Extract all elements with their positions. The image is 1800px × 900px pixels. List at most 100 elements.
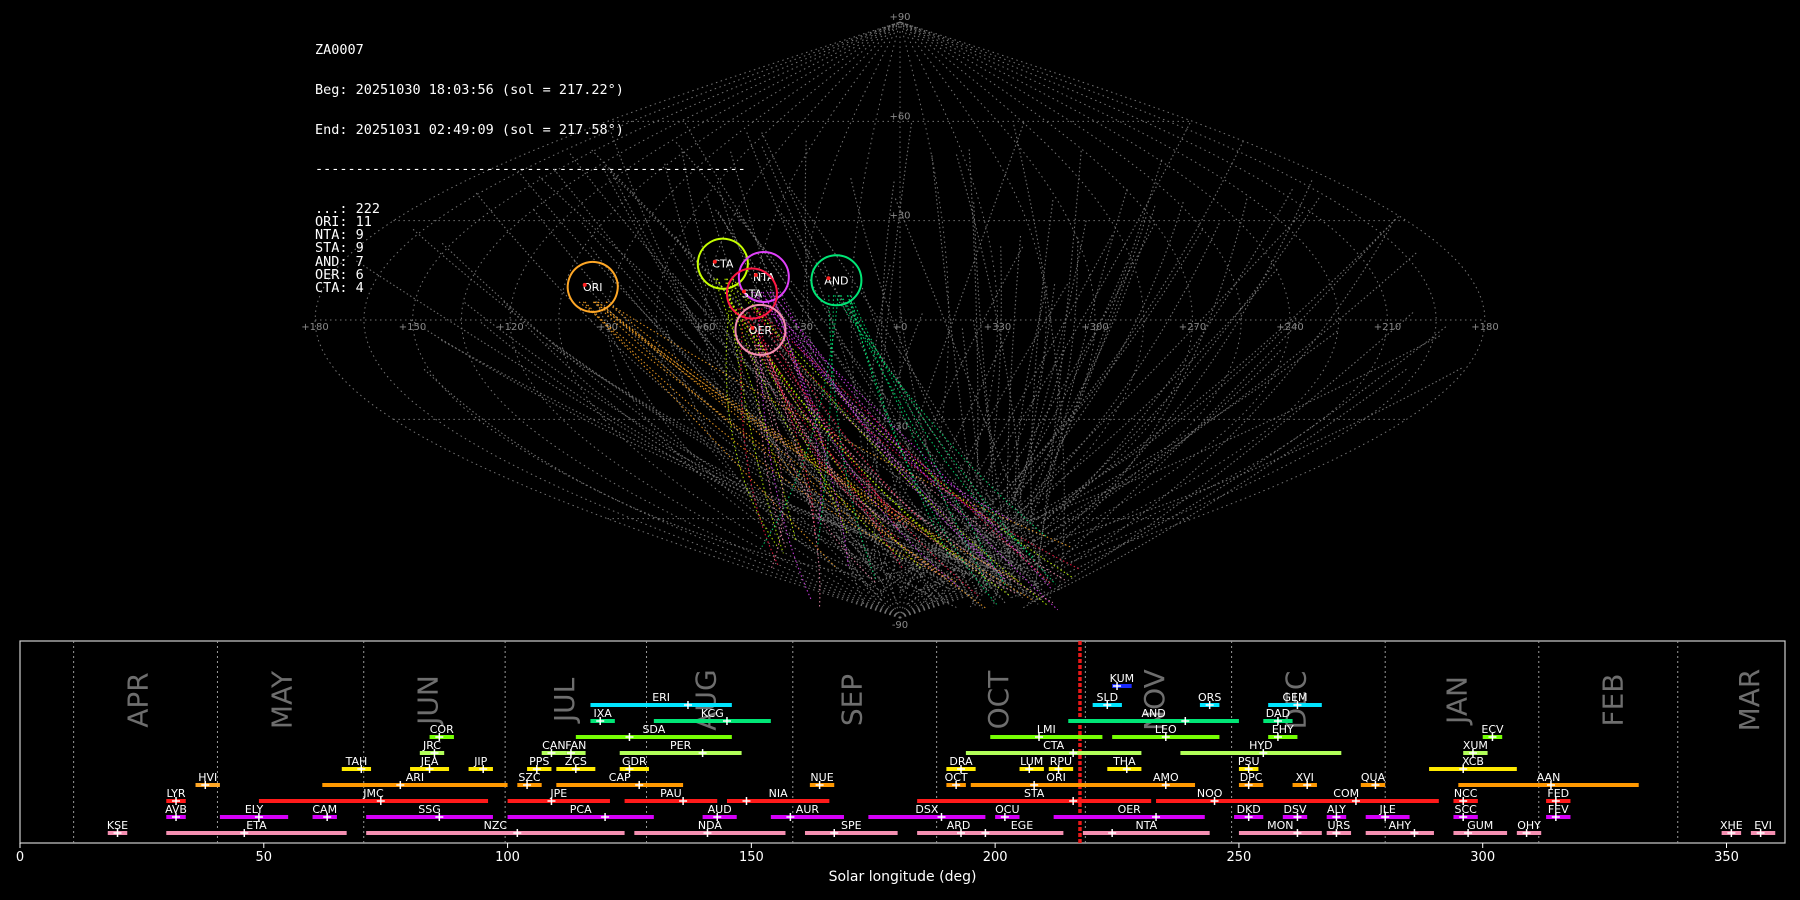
shower-label: NOO — [1197, 787, 1223, 800]
shower-label: DKD — [1237, 803, 1261, 816]
month-label: MAY — [265, 670, 298, 729]
shower-label: JEA — [420, 755, 439, 768]
shower-label: AMO — [1153, 771, 1179, 784]
shower-label: IXA — [593, 707, 612, 720]
shower-label: PER — [670, 739, 692, 752]
shower-label: ETA — [246, 819, 267, 832]
shower-label: FED — [1547, 787, 1569, 800]
shower-label: XHE — [1720, 819, 1743, 832]
shower-label: RPU — [1050, 755, 1072, 768]
shower-label: MON — [1267, 819, 1293, 832]
shower-label: STA — [1024, 787, 1045, 800]
shower-label: PCA — [570, 803, 592, 816]
shower-label: ARI — [406, 771, 424, 784]
shower-label: OCT — [945, 771, 968, 784]
shower-label: SCC — [1454, 803, 1477, 816]
month-label: SEP — [836, 674, 869, 726]
shower-label: NUE — [810, 771, 833, 784]
shower-label: XVI — [1296, 771, 1314, 784]
shower-label: COR — [430, 723, 454, 736]
shower-label: JLE — [1378, 803, 1395, 816]
x-tick-label: 350 — [1714, 850, 1739, 865]
shower-label: JIP — [473, 755, 487, 768]
month-label: JUN — [412, 675, 445, 727]
shower-label: LYR — [167, 787, 186, 800]
month-label: OCT — [982, 670, 1015, 730]
shower-label: HYD — [1249, 739, 1272, 752]
shower-label: OER — [1118, 803, 1142, 816]
shower-label: EHY — [1272, 723, 1294, 736]
shower-label: URS — [1328, 819, 1351, 832]
shower-label: LUM — [1020, 755, 1043, 768]
shower-label: DSX — [915, 803, 938, 816]
shower-label: ARD — [947, 819, 971, 832]
shower-label: JMC — [362, 787, 384, 800]
shower-label: NCC — [1454, 787, 1478, 800]
shower-label: JPE — [549, 787, 567, 800]
x-axis-label: Solar longitude (deg) — [829, 869, 977, 885]
shower-label: NIA — [769, 787, 788, 800]
shower-label: AHY — [1389, 819, 1412, 832]
shower-label: GDR — [622, 755, 647, 768]
x-tick-label: 150 — [739, 850, 764, 865]
shower-label: CAN — [542, 739, 565, 752]
shower-label: ERI — [652, 691, 670, 704]
shower-label: NDA — [698, 819, 723, 832]
shower-label: AND — [1141, 707, 1165, 720]
shower-label: SDA — [642, 723, 665, 736]
shower-label: DSV — [1284, 803, 1307, 816]
shower-label: DAD — [1266, 707, 1290, 720]
shower-label: HVI — [198, 771, 217, 784]
shower-label: PPS — [529, 755, 549, 768]
shower-label: AUR — [796, 803, 820, 816]
x-tick-label: 0 — [16, 850, 24, 865]
x-tick-label: 300 — [1470, 850, 1495, 865]
x-tick-label: 50 — [256, 850, 273, 865]
shower-label: CTA — [1043, 739, 1065, 752]
shower-label: ORI — [1046, 771, 1066, 784]
shower-label: AAN — [1537, 771, 1561, 784]
shower-label: FEV — [1548, 803, 1569, 816]
shower-label: GEM — [1283, 691, 1308, 704]
shower-label: AUD — [708, 803, 732, 816]
shower-label: ORS — [1198, 691, 1221, 704]
x-tick-label: 100 — [495, 850, 520, 865]
shower-label: EGE — [1011, 819, 1033, 832]
shower-label: XUM — [1463, 739, 1488, 752]
shower-label: JRC — [422, 739, 441, 752]
month-label: JUL — [548, 677, 581, 724]
shower-label: PSU — [1238, 755, 1260, 768]
shower-label: XCB — [1462, 755, 1484, 768]
shower-label: ELY — [245, 803, 264, 816]
shower-label: NZC — [484, 819, 508, 832]
shower-label: LMI — [1037, 723, 1056, 736]
shower-label: DRA — [949, 755, 973, 768]
shower-label: CAP — [609, 771, 631, 784]
shower-label: SLD — [1096, 691, 1118, 704]
shower-label: SSG — [418, 803, 441, 816]
shower-label: LEO — [1155, 723, 1177, 736]
shower-label: OHY — [1517, 819, 1541, 832]
shower-label: DPC — [1240, 771, 1263, 784]
shower-label: PAU — [660, 787, 682, 800]
shower-label: COM — [1333, 787, 1359, 800]
month-label: FEB — [1596, 673, 1629, 726]
shower-label: KSE — [107, 819, 128, 832]
shower-label: OCU — [995, 803, 1019, 816]
shower-label: NTA — [1135, 819, 1157, 832]
shower-label: GUM — [1467, 819, 1493, 832]
x-tick-label: 250 — [1227, 850, 1252, 865]
shower-timeline-chart: APR MAY JUN JUL AUG SEP OCT NOV DEC JAN FEB MARKUME… — [16, 640, 1786, 885]
shower-label: EVI — [1754, 819, 1772, 832]
shower-label: ECV — [1481, 723, 1504, 736]
shower-label: SZC — [518, 771, 541, 784]
shower-label: ALY — [1327, 803, 1346, 816]
shower-label: THA — [1112, 755, 1136, 768]
shower-label: QUA — [1361, 771, 1386, 784]
shower-label: SPE — [841, 819, 862, 832]
shower-label: AVB — [165, 803, 187, 816]
shower-label: KUM — [1110, 672, 1134, 685]
shower-label: KCG — [701, 707, 724, 720]
shower-label: ZCS — [565, 755, 587, 768]
x-tick-label: 200 — [983, 850, 1008, 865]
